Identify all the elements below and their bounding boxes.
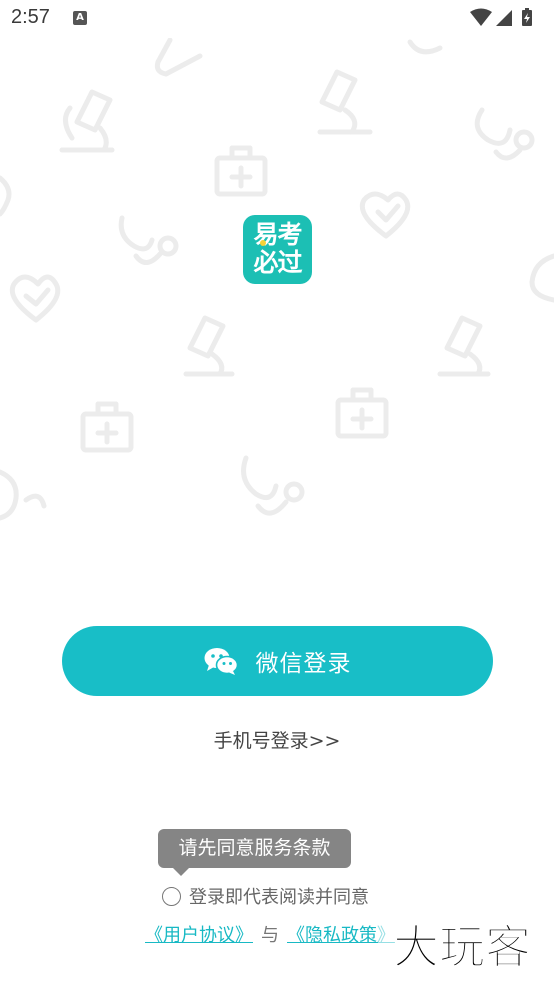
logo-accent-dot xyxy=(260,240,266,246)
stethoscope-icon xyxy=(407,39,443,55)
microscope-icon xyxy=(317,69,373,135)
background-pattern xyxy=(0,38,554,521)
status-bar: 2:57 A xyxy=(0,0,554,38)
microscope-icon xyxy=(437,315,491,377)
heart-icon xyxy=(359,191,411,239)
stethoscope-icon xyxy=(0,469,47,521)
first-aid-kit-icon xyxy=(214,145,268,197)
wifi-icon xyxy=(470,8,492,26)
status-icons xyxy=(470,8,532,26)
agreement-tooltip: 请先同意服务条款 xyxy=(158,829,351,868)
tooltip-arrow xyxy=(173,868,189,876)
phone-login-link[interactable]: 手机号登录>> xyxy=(0,726,554,753)
microscope-icon xyxy=(59,89,115,153)
notification-icon: A xyxy=(73,11,87,25)
stethoscope-icon xyxy=(529,253,554,303)
agreement-radio[interactable] xyxy=(162,886,181,906)
user-agreement-link[interactable]: 《用户协议》 xyxy=(145,921,253,947)
app-logo: 易考 必过 xyxy=(243,215,312,284)
stethoscope-icon xyxy=(474,107,535,161)
login-screen: 2:57 A 易考 必过 微信登录 手机号登录>> 请先同意服务条款 登录即代表… xyxy=(0,0,554,986)
agreement-consent-text: 登录即代表阅读并同意 xyxy=(189,887,369,908)
microscope-icon xyxy=(183,315,235,377)
links-separator: 与 xyxy=(261,925,279,946)
logo-text: 易考 必过 xyxy=(243,221,312,277)
signal-icon xyxy=(496,10,512,26)
first-aid-kit-icon xyxy=(335,387,389,439)
wechat-icon xyxy=(204,648,238,675)
heart-icon xyxy=(9,274,61,323)
logo-text-line1: 易考 xyxy=(253,220,302,249)
wechat-login-button[interactable]: 微信登录 xyxy=(62,626,493,696)
status-time: 2:57 xyxy=(11,6,50,28)
svg-text:大玩客: 大玩客 xyxy=(393,920,531,974)
first-aid-kit-icon xyxy=(80,401,134,453)
agreement-row: 登录即代表阅读并同意 xyxy=(162,883,369,909)
heart-icon xyxy=(0,175,12,217)
wechat-login-label: 微信登录 xyxy=(255,651,352,677)
logo-text-line2: 必过 xyxy=(253,248,302,277)
stethoscope-icon xyxy=(241,455,305,516)
agreement-links: 《用户协议》 与 《隐私政策》 xyxy=(145,920,395,948)
watermark-logo: 大玩客 xyxy=(378,915,546,975)
stethoscope-icon xyxy=(154,38,203,77)
stethoscope-icon xyxy=(118,215,179,265)
